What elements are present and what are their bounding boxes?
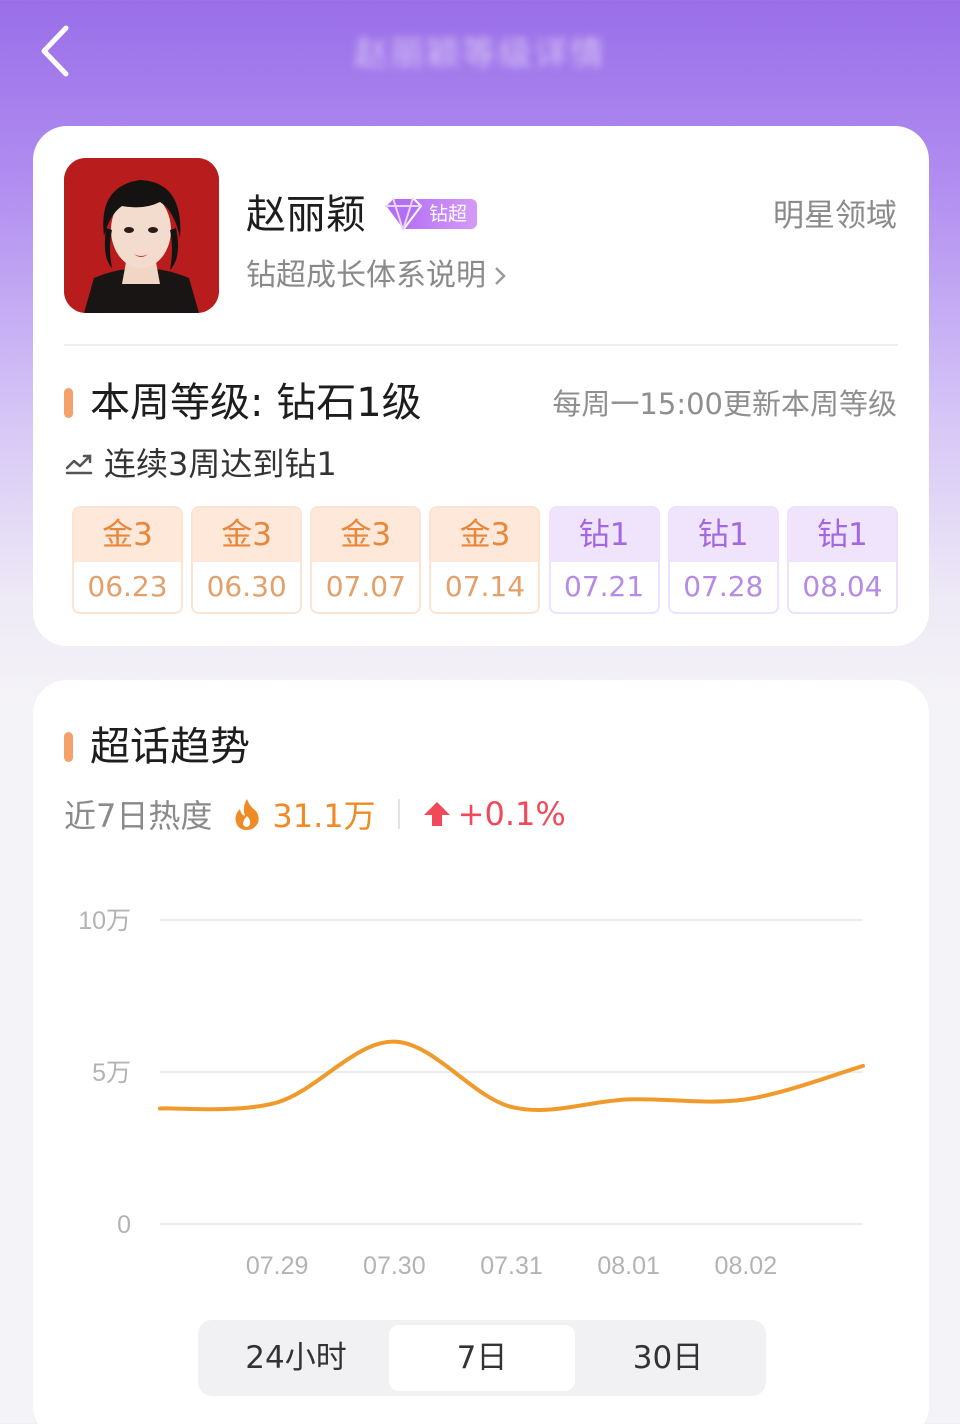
week-level-title: 本周等级: 钻石1级 — [90, 380, 422, 426]
week-level-item: 金3 07.07 — [310, 506, 422, 614]
series-line — [158, 1039, 865, 1113]
heat-label: 近7日热度 — [64, 797, 213, 835]
week-level: 金3 — [312, 508, 420, 562]
star-name: 赵丽颖 — [246, 192, 366, 238]
domain-label[interactable]: 明星领域 — [773, 194, 897, 238]
y-tick-label: 0 — [117, 1211, 131, 1239]
y-tick-label: 5万 — [92, 1059, 131, 1087]
week-date: 06.23 — [74, 562, 181, 612]
arrow-up-icon — [423, 802, 450, 826]
week-level: 钻1 — [669, 508, 777, 562]
week-level: 金3 — [431, 508, 539, 562]
week-level-item: 金3 06.23 — [72, 506, 183, 614]
tab-30d[interactable]: 30日 — [575, 1325, 761, 1391]
chevron-right-icon — [495, 267, 506, 285]
top-bar: 赵丽颖等级详情 — [0, 0, 960, 110]
range-tabs: 24小时 7日 30日 — [198, 1320, 766, 1396]
week-date: 07.21 — [550, 562, 658, 612]
streak-row: 连续3周达到钻1 — [64, 442, 337, 486]
week-level-item: 钻1 07.28 — [667, 506, 779, 614]
flame-icon — [235, 799, 260, 830]
section-marker — [64, 732, 73, 762]
x-tick-label: 08.01 — [597, 1252, 660, 1280]
week-date: 07.28 — [669, 562, 777, 612]
separator — [397, 799, 400, 829]
section-marker — [64, 388, 73, 418]
week-level-item: 钻1 08.04 — [786, 506, 898, 614]
trend-card: 超话趋势 近7日热度 31.1万 +0.1% 10万 5万 0 07.29 07.30 0… — [33, 680, 929, 1424]
growth-link-label: 钻超成长体系说明 — [246, 258, 486, 293]
diamond-icon — [383, 197, 423, 232]
x-tick-label: 07.29 — [246, 1252, 309, 1280]
trend-title: 超话趋势 — [90, 724, 250, 770]
x-tick-label: 07.30 — [363, 1252, 426, 1280]
trend-chart: 10万 5万 0 07.29 07.30 07.31 08.01 08.02 — [78, 907, 865, 1280]
page-title: 赵丽颖等级详情 — [354, 34, 606, 74]
week-date: 06.30 — [193, 562, 301, 612]
week-date: 07.07 — [312, 562, 420, 612]
back-button[interactable] — [30, 22, 80, 80]
week-level: 钻1 — [550, 508, 658, 562]
heat-change: +0.1% — [457, 795, 566, 833]
x-tick-label: 07.31 — [480, 1252, 543, 1280]
tab-24h[interactable]: 24小时 — [203, 1325, 389, 1391]
tab-7d[interactable]: 7日 — [389, 1325, 575, 1391]
week-level-item: 金3 06.30 — [191, 506, 303, 614]
x-tick-label: 08.02 — [715, 1252, 778, 1280]
y-tick-label: 10万 — [78, 907, 131, 935]
streak-text: 连续3周达到钻1 — [104, 445, 337, 483]
growth-system-link[interactable]: 钻超成长体系说明 — [246, 254, 506, 298]
week-date: 07.14 — [431, 562, 539, 612]
avatar-portrait — [64, 158, 219, 313]
divider — [64, 344, 898, 346]
heat-summary: 近7日热度 31.1万 +0.1% — [64, 790, 566, 838]
update-note: 每周一15:00更新本周等级 — [552, 387, 897, 421]
week-level: 钻1 — [788, 508, 896, 562]
chevron-left-icon — [41, 25, 69, 77]
week-level: 金3 — [74, 508, 181, 562]
weekly-levels: 金3 06.23 金3 06.30 金3 07.07 金3 07.14 钻1 0… — [72, 506, 898, 614]
diamond-super-badge: 钻超 — [381, 196, 478, 232]
week-level-item: 金3 07.14 — [429, 506, 541, 614]
week-level-item: 钻1 07.21 — [548, 506, 660, 614]
week-date: 08.04 — [788, 562, 896, 612]
avatar[interactable] — [64, 158, 219, 313]
heat-value: 31.1万 — [272, 797, 376, 835]
trend-up-icon — [65, 454, 93, 475]
week-level: 金3 — [193, 508, 301, 562]
level-card: 赵丽颖 钻超 钻超成长体系说明 明星领域 本周等级: 钻石1级 每周一15:00… — [33, 126, 929, 646]
